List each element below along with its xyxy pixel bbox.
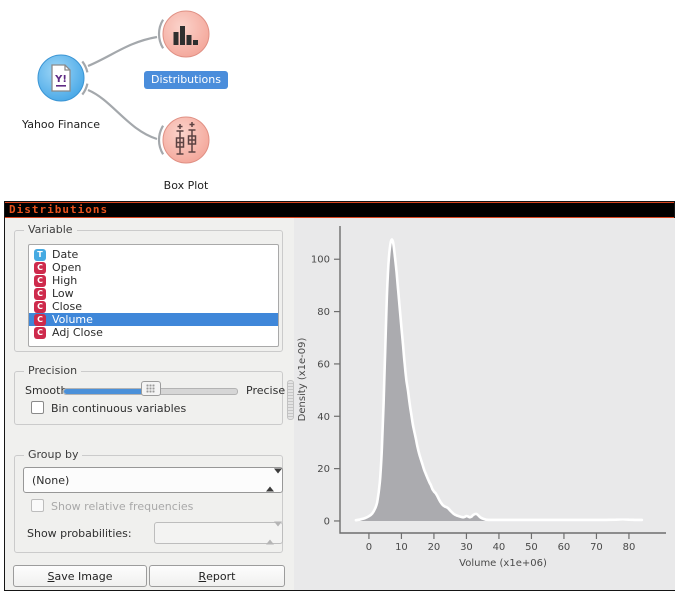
- continuous-variable-icon: C: [34, 262, 46, 274]
- node-box-plot[interactable]: [163, 117, 209, 163]
- y-tick-label: 100: [311, 255, 330, 266]
- show-probabilities-label: Show probabilities:: [27, 527, 132, 540]
- window-title: Distributions: [9, 203, 108, 216]
- time-variable-icon: T: [34, 249, 46, 261]
- y-axis-title: Density (x1e-09): [297, 338, 308, 422]
- variable-item-label: Open: [52, 261, 81, 274]
- density-plot-svg: 0 20 40 60 80 100 0 10 20 30 40 50 60 70 80 Volume (x1e…: [294, 218, 675, 590]
- x-tick-label: 70: [590, 542, 603, 553]
- x-tick-label: 50: [525, 542, 538, 553]
- variable-group-label: Variable: [24, 223, 77, 236]
- y-tick-label: 0: [324, 516, 330, 527]
- x-axis-title: Volume (x1e+06): [459, 558, 547, 569]
- variable-item-label: Date: [52, 248, 78, 261]
- variable-item-high[interactable]: C High: [29, 274, 278, 287]
- slider-grip-icon: [146, 384, 155, 393]
- show-relative-frequencies-label: Show relative frequencies: [51, 500, 193, 513]
- panel-splitter-handle[interactable]: [287, 380, 294, 420]
- variable-item-close[interactable]: C Close: [29, 300, 278, 313]
- link-yahoo-distributions[interactable]: [88, 37, 157, 66]
- sink-anchor-arc: [159, 20, 163, 49]
- save-image-button[interactable]: Save Image: [13, 565, 147, 587]
- sink-anchor-arc: [159, 126, 163, 155]
- bin-continuous-label[interactable]: Bin continuous variables: [51, 402, 186, 415]
- workflow-canvas[interactable]: Y!: [0, 0, 686, 201]
- continuous-variable-icon: C: [34, 275, 46, 287]
- density-plot-panel[interactable]: 0 20 40 60 80 100 0 10 20 30 40 50 60 70 80 Volume (x1e…: [294, 218, 675, 590]
- combo-stepper-icon: [266, 527, 275, 540]
- variable-item-label: High: [52, 274, 77, 287]
- window-body: Variable T Date C Open C High C Low C Close C Volum…: [5, 218, 674, 590]
- y-tick-label: 20: [317, 464, 330, 475]
- variable-list[interactable]: T Date C Open C High C Low C Close C Volume C Adj Clo…: [28, 244, 279, 347]
- show-relative-frequencies-checkbox[interactable]: [31, 499, 44, 512]
- group-by-label: Group by: [24, 448, 82, 461]
- show-probabilities-combo[interactable]: [154, 522, 283, 544]
- continuous-variable-icon: C: [34, 301, 46, 313]
- node-label-distributions[interactable]: Distributions: [144, 71, 228, 89]
- density-area-fill: [356, 240, 642, 521]
- x-tick-label: 20: [428, 542, 441, 553]
- precise-label: Precise: [246, 384, 285, 397]
- group-by-combo-value: (None): [32, 474, 69, 487]
- workflow-graphics: Y!: [0, 0, 686, 201]
- variable-item-label: Volume: [52, 313, 93, 326]
- link-yahoo-boxplot[interactable]: [88, 90, 157, 139]
- y-tick-label: 40: [317, 412, 330, 423]
- window-titlebar[interactable]: Distributions: [5, 202, 674, 218]
- precision-groupbox: Precision Smooth Precise Bin continuous …: [14, 371, 283, 425]
- continuous-variable-icon: C: [34, 288, 46, 300]
- node-distributions[interactable]: [163, 11, 209, 57]
- yahoo-finance-icon: Y!: [52, 65, 70, 91]
- variable-item-label: Close: [52, 300, 82, 313]
- distributions-window: Distributions Variable TDateCOpenCHighCL…: [4, 201, 675, 591]
- node-label-yahoo-finance[interactable]: Yahoo Finance: [6, 118, 116, 131]
- precision-slider-handle[interactable]: [141, 381, 161, 396]
- x-tick-label: 40: [493, 542, 506, 553]
- y-tick-label: 80: [317, 307, 330, 318]
- variable-groupbox: Variable TDateCOpenCHighCLowCCloseCVolum…: [14, 230, 283, 352]
- x-tick-label: 80: [623, 542, 636, 553]
- x-tick-label: 0: [366, 542, 372, 553]
- group-by-groupbox: Group by (None) Show relative frequencie…: [14, 455, 283, 553]
- group-by-combo[interactable]: (None): [23, 467, 283, 493]
- x-tick-label: 60: [558, 542, 571, 553]
- variable-item-volume[interactable]: C Volume: [29, 313, 278, 326]
- variable-item-open[interactable]: C Open: [29, 261, 278, 274]
- report-button[interactable]: Report: [149, 565, 285, 587]
- node-yahoo-finance[interactable]: Y!: [38, 55, 84, 101]
- screen: Y!: [0, 0, 686, 600]
- svg-text:Y!: Y!: [54, 74, 67, 85]
- continuous-variable-icon: C: [34, 327, 46, 339]
- continuous-variable-icon: C: [34, 314, 46, 326]
- combo-stepper-icon[interactable]: [266, 474, 275, 487]
- variable-item-label: Adj Close: [52, 326, 103, 339]
- node-label-box-plot[interactable]: Box Plot: [131, 179, 241, 192]
- variable-item-label: Low: [52, 287, 74, 300]
- smooth-label: Smooth: [25, 384, 67, 397]
- variable-item-date[interactable]: T Date: [29, 248, 278, 261]
- x-tick-label: 30: [460, 542, 473, 553]
- variable-item-adj-close[interactable]: C Adj Close: [29, 326, 278, 339]
- variable-item-low[interactable]: C Low: [29, 287, 278, 300]
- y-tick-label: 60: [317, 359, 330, 370]
- x-tick-label: 10: [395, 542, 408, 553]
- node-label-distributions-wrap: Distributions: [131, 71, 241, 89]
- precision-group-label: Precision: [24, 364, 81, 377]
- precision-slider-fill: [64, 389, 144, 394]
- bin-continuous-checkbox[interactable]: [31, 401, 44, 414]
